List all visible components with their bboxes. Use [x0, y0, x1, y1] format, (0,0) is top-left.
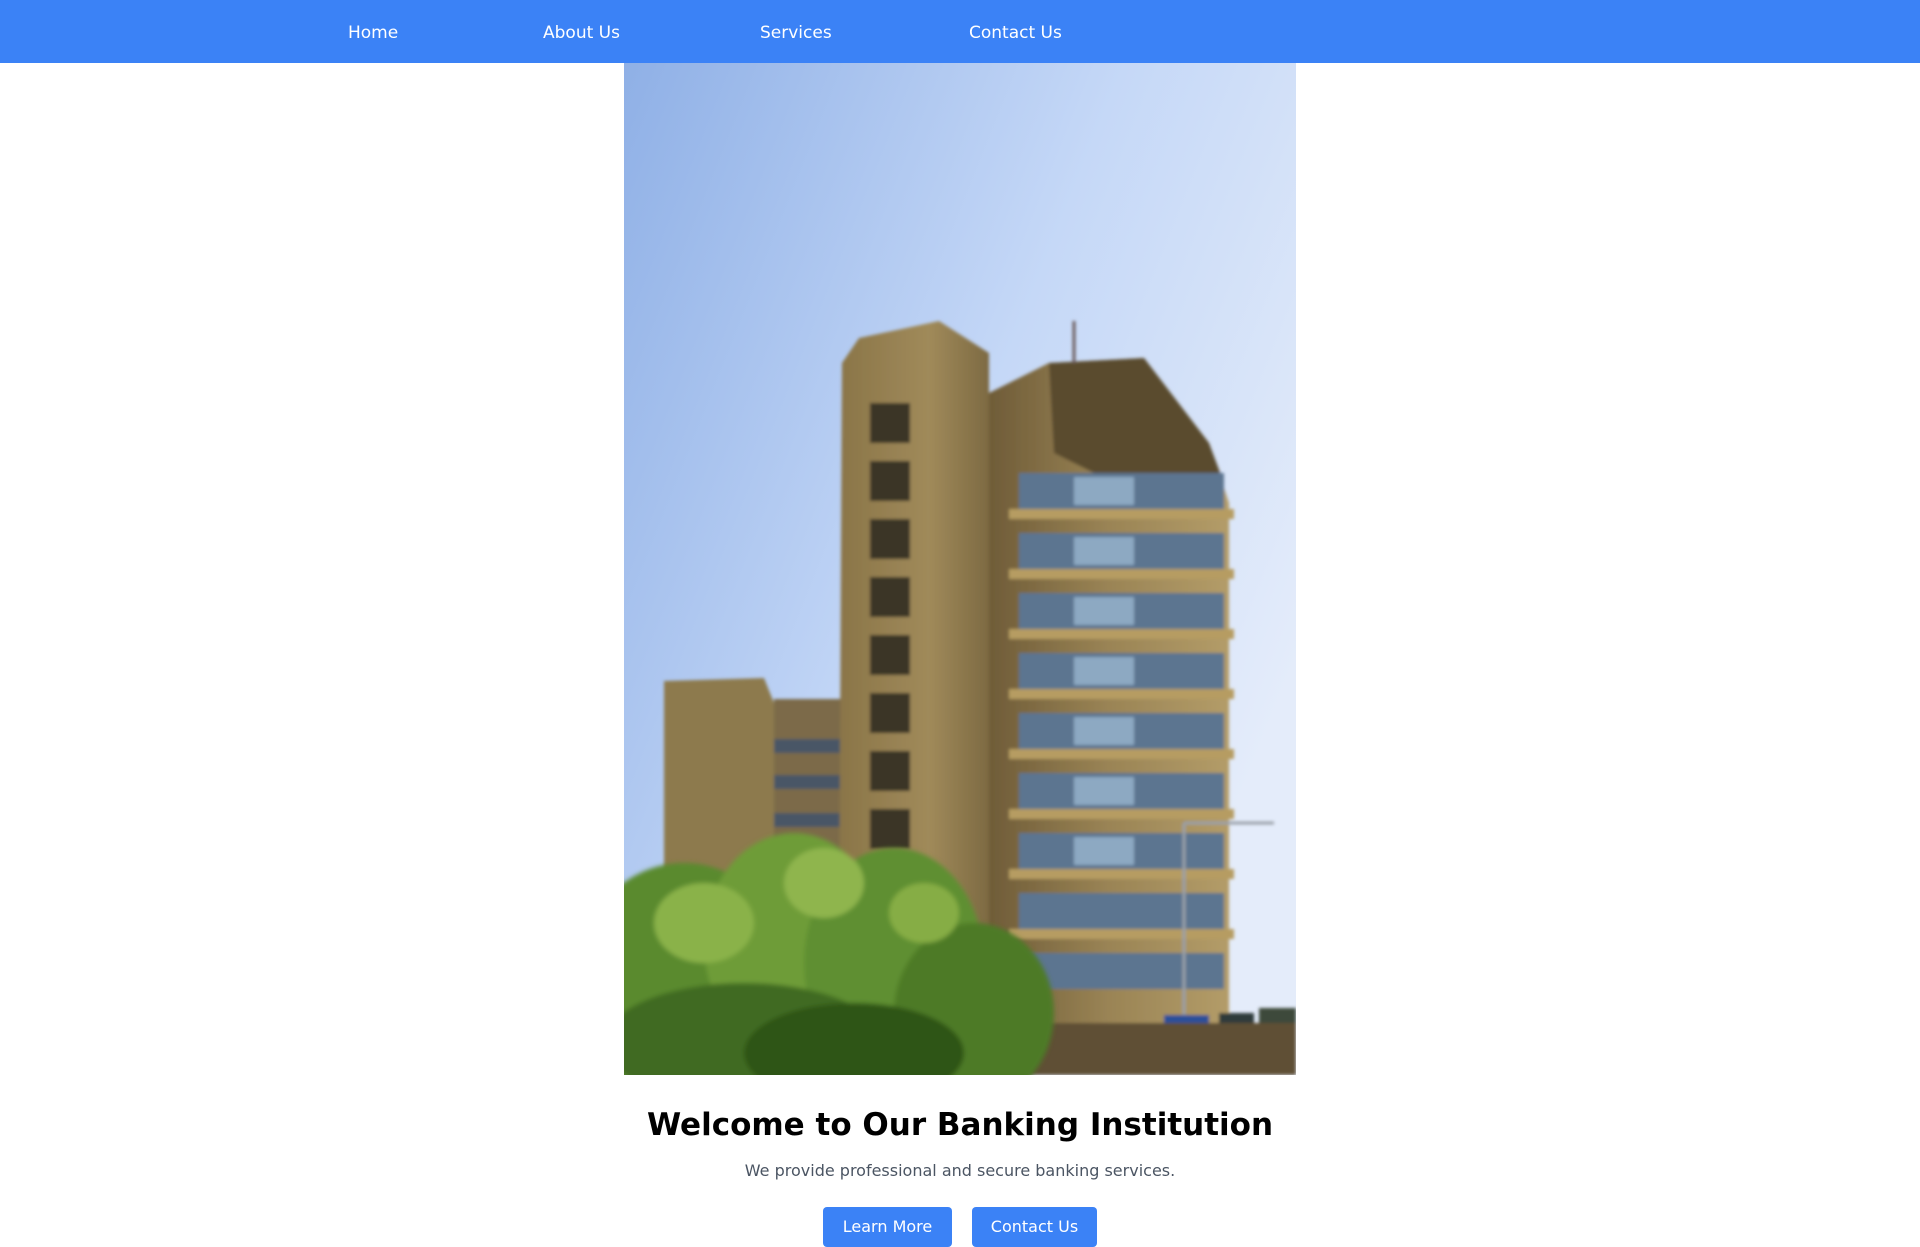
nav-contact-link[interactable]: Contact Us: [969, 0, 1062, 63]
top-navbar: Home About Us Services Contact Us: [0, 0, 1920, 63]
hero-title: Welcome to Our Banking Institution: [646, 1107, 1274, 1143]
nav-about-link[interactable]: About Us: [543, 0, 620, 63]
hero-building-image: [624, 63, 1296, 1075]
learn-more-button[interactable]: Learn More: [823, 1207, 952, 1247]
nav-services-link[interactable]: Services: [760, 0, 832, 63]
contact-us-button[interactable]: Contact Us: [972, 1207, 1097, 1247]
nav-home-link[interactable]: Home: [348, 0, 398, 63]
hero-subtitle: We provide professional and secure banki…: [744, 1161, 1176, 1180]
